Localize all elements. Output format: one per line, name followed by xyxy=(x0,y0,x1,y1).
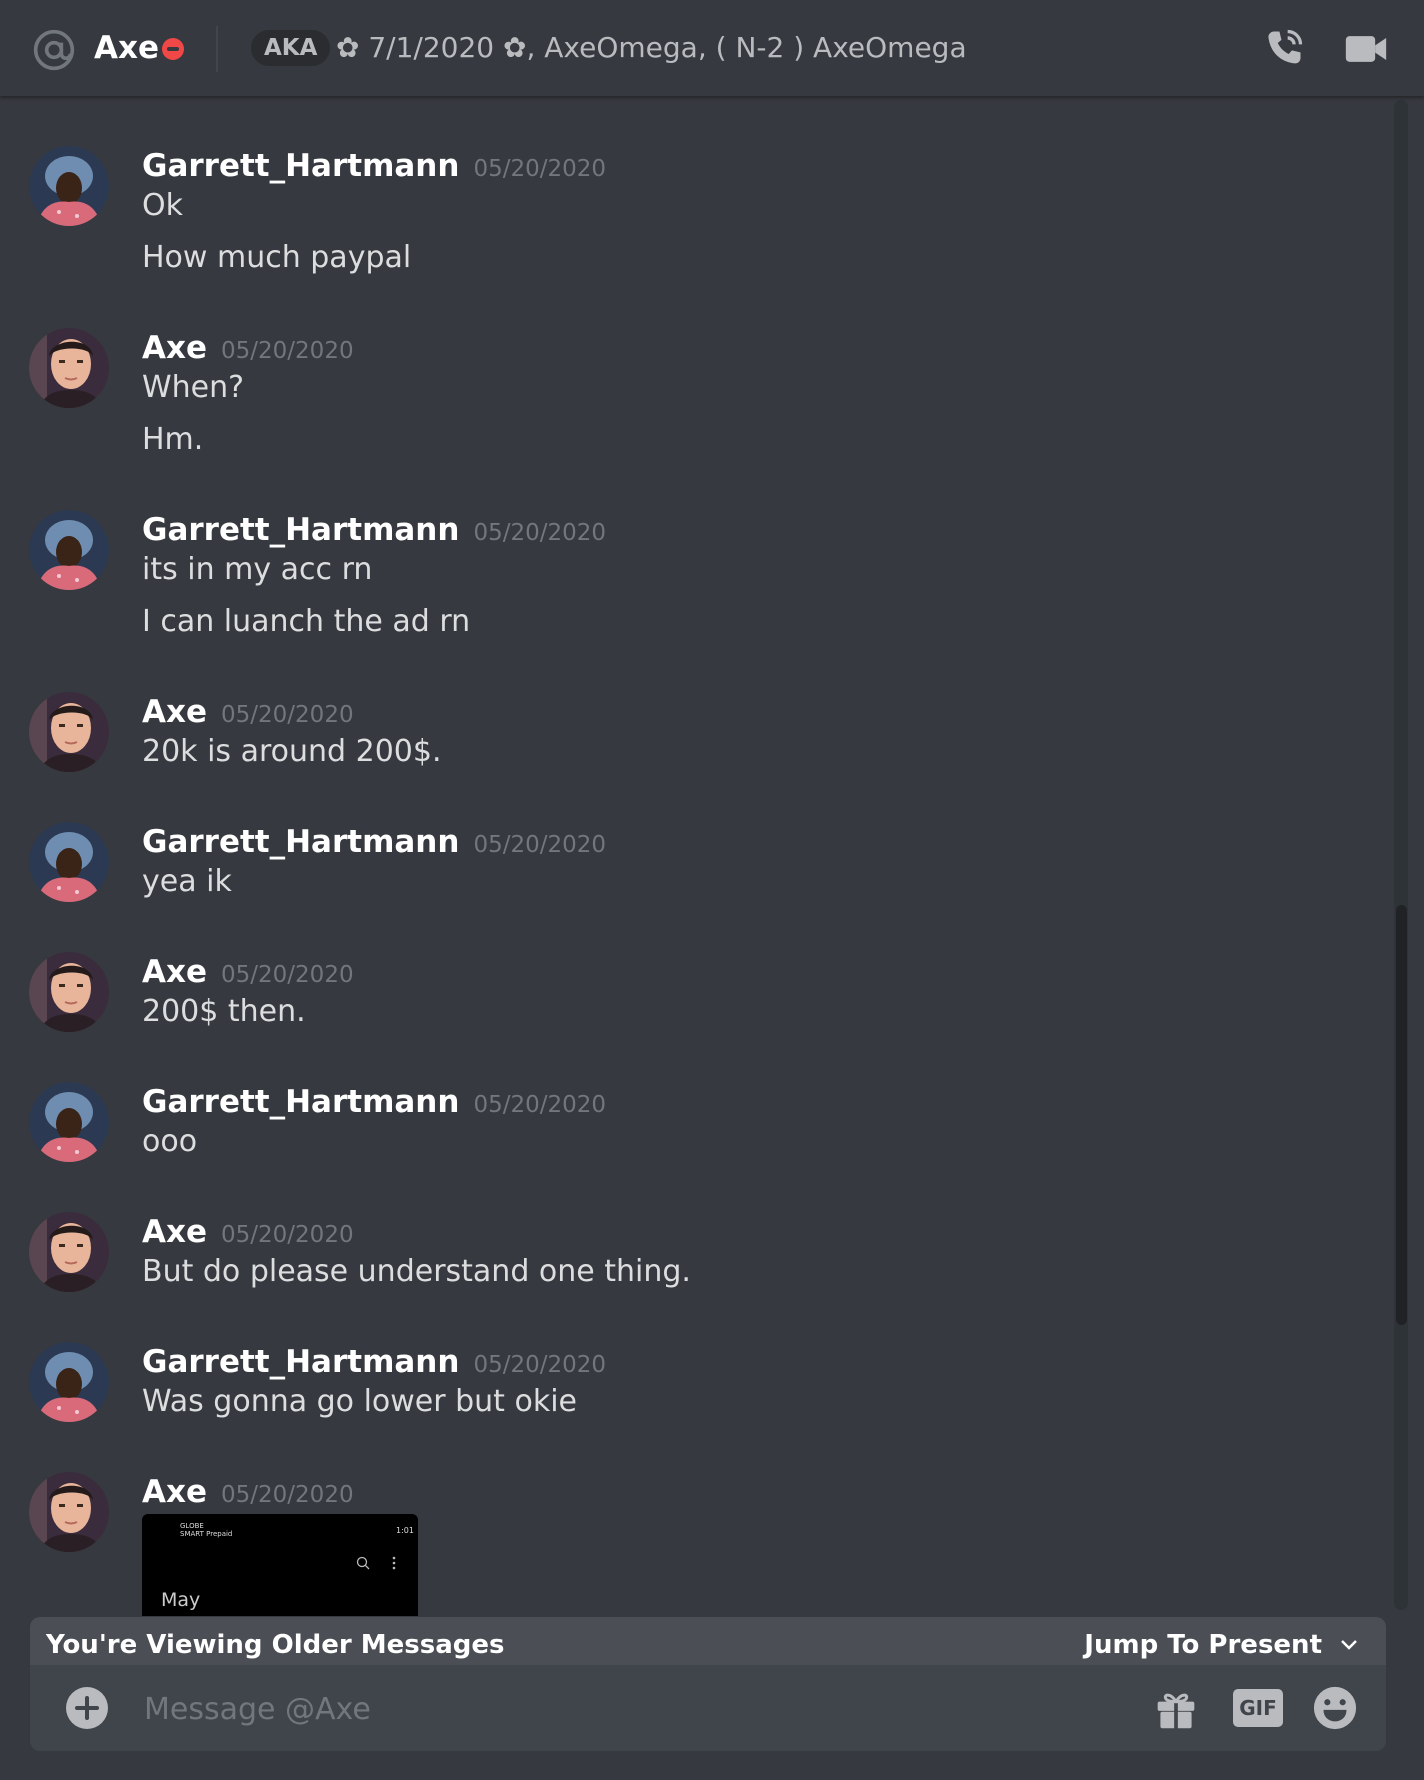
emoji-icon[interactable] xyxy=(1312,1685,1358,1731)
attachment-time: 1:01 xyxy=(396,1526,414,1535)
gif-button[interactable]: GIF xyxy=(1233,1689,1283,1727)
aka-badge: AKA xyxy=(251,30,331,66)
message-author[interactable]: Axe xyxy=(142,330,207,366)
message-timestamp: 05/20/2020 xyxy=(473,832,607,858)
message-author[interactable]: Garrett_Hartmann xyxy=(142,824,459,860)
message-list: Garrett_Hartmann 05/20/2020 Ok How much p… xyxy=(0,96,1390,1616)
message-text: its in my acc rn xyxy=(142,552,373,587)
image-attachment[interactable]: GLOBE SMART Prepaid 1:01 May xyxy=(142,1514,418,1616)
search-icon xyxy=(356,1556,370,1570)
attachment-month: May xyxy=(161,1589,201,1611)
message-author[interactable]: Axe xyxy=(142,954,207,990)
message-text: Ok xyxy=(142,188,183,223)
message-timestamp: 05/20/2020 xyxy=(473,1352,607,1378)
plus-icon[interactable] xyxy=(66,1687,108,1729)
channel-header: Axe AKA ✿ 7/1/2020 ✿, AxeOmega, ( N-2 ) … xyxy=(0,0,1424,96)
message-author[interactable]: Garrett_Hartmann xyxy=(142,1344,459,1380)
message-author[interactable]: Axe xyxy=(142,1214,207,1250)
avatar[interactable] xyxy=(29,146,109,226)
message-timestamp: 05/20/2020 xyxy=(221,1482,354,1508)
dm-username: Axe xyxy=(94,30,160,66)
header-divider xyxy=(216,26,218,72)
message-text: When? xyxy=(142,370,245,405)
gift-icon[interactable] xyxy=(1154,1687,1198,1731)
avatar[interactable] xyxy=(29,1472,109,1552)
message-author[interactable]: Garrett_Hartmann xyxy=(142,1084,459,1120)
message-author[interactable]: Axe xyxy=(142,694,207,730)
message-timestamp: 05/20/2020 xyxy=(473,156,607,182)
older-messages-text: You're Viewing Older Messages xyxy=(46,1630,505,1660)
message-text: 200$ then. xyxy=(142,994,306,1029)
avatar[interactable] xyxy=(29,952,109,1032)
at-icon xyxy=(33,29,75,71)
video-icon[interactable] xyxy=(1344,30,1388,68)
avatar[interactable] xyxy=(29,1342,109,1422)
message-timestamp: 05/20/2020 xyxy=(473,520,607,546)
message-timestamp: 05/20/2020 xyxy=(221,702,354,728)
message-text: 20k is around 200$. xyxy=(142,734,442,769)
message-author[interactable]: Garrett_Hartmann xyxy=(142,148,459,184)
message-text: But do please understand one thing. xyxy=(142,1254,691,1289)
scrollbar-thumb[interactable] xyxy=(1396,905,1407,1325)
more-vertical-icon xyxy=(392,1556,396,1570)
avatar[interactable] xyxy=(29,510,109,590)
avatar[interactable] xyxy=(29,328,109,408)
attachment-carrier: GLOBE xyxy=(180,1522,204,1530)
aka-names: ✿ 7/1/2020 ✿, AxeOmega, ( N-2 ) AxeOmega xyxy=(336,31,967,64)
message-timestamp: 05/20/2020 xyxy=(473,1092,607,1118)
dnd-status-icon xyxy=(162,38,184,60)
jump-to-present-button[interactable]: Jump To Present xyxy=(1084,1625,1322,1665)
message-input[interactable] xyxy=(142,1683,1146,1735)
message-author[interactable]: Garrett_Hartmann xyxy=(142,512,459,548)
message-text: yea ik xyxy=(142,864,232,899)
message-composer: GIF xyxy=(30,1665,1386,1751)
attachment-carrier-sub: SMART Prepaid xyxy=(180,1530,233,1538)
message-timestamp: 05/20/2020 xyxy=(221,1222,354,1248)
message-text: How much paypal xyxy=(142,240,412,275)
message-text: Hm. xyxy=(142,422,204,457)
chevron-down-icon[interactable] xyxy=(1338,1635,1360,1655)
message-text: I can luanch the ad rn xyxy=(142,604,471,639)
call-icon[interactable] xyxy=(1262,26,1306,70)
avatar[interactable] xyxy=(29,822,109,902)
message-author[interactable]: Axe xyxy=(142,1474,207,1510)
message-timestamp: 05/20/2020 xyxy=(221,338,354,364)
message-text: ooo xyxy=(142,1124,198,1159)
message-text: Was gonna go lower but okie xyxy=(142,1384,577,1419)
scrollbar-track[interactable] xyxy=(1394,100,1408,1610)
avatar[interactable] xyxy=(29,692,109,772)
avatar[interactable] xyxy=(29,1082,109,1162)
avatar[interactable] xyxy=(29,1212,109,1292)
message-timestamp: 05/20/2020 xyxy=(221,962,354,988)
